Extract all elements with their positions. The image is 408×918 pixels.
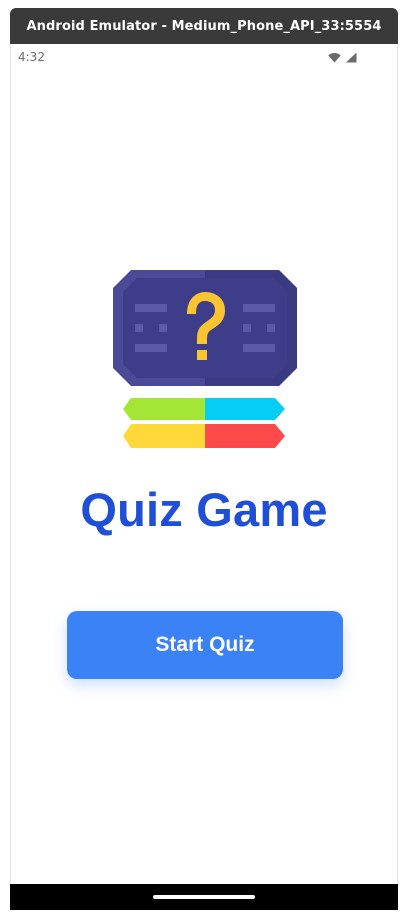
status-bar: 4:32 xyxy=(11,44,397,70)
quiz-logo-icon xyxy=(113,270,297,448)
window-titlebar: Android Emulator - Medium_Phone_API_33:5… xyxy=(10,8,398,44)
home-handle[interactable] xyxy=(153,895,255,899)
start-quiz-button[interactable]: Start Quiz xyxy=(67,611,343,679)
navigation-bar xyxy=(10,884,398,910)
emulator-window: Android Emulator - Medium_Phone_API_33:5… xyxy=(0,0,408,918)
window-title: Android Emulator - Medium_Phone_API_33:5… xyxy=(26,18,382,34)
status-icons xyxy=(328,52,357,63)
signal-icon xyxy=(346,52,357,62)
status-time: 4:32 xyxy=(18,50,45,64)
app-title: Quiz Game xyxy=(80,483,328,536)
phone-screen: 4:32 Quiz Game Start Quiz xyxy=(10,44,398,910)
wifi-icon xyxy=(328,52,341,62)
